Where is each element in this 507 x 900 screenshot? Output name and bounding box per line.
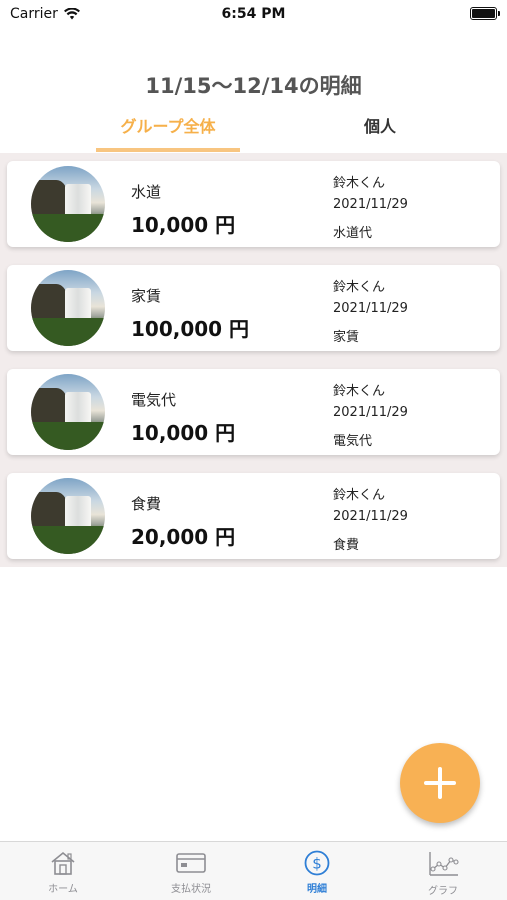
status-time: 6:54 PM bbox=[221, 6, 286, 22]
tabbar-label-home: ホーム bbox=[48, 884, 78, 895]
segment-tabs: グループ全体 個人 bbox=[0, 112, 507, 152]
chart-icon bbox=[429, 852, 459, 876]
entry-date: 2021/11/29 bbox=[333, 405, 408, 420]
dollar-icon: $ bbox=[304, 850, 330, 876]
status-bar: Carrier 6:54 PM bbox=[0, 0, 507, 30]
entry-list: 水道 10,000 円 鈴木くん 2021/11/29 水道代 家賃 100,0… bbox=[0, 153, 507, 567]
tabbar-label-payment-status: 支払状況 bbox=[171, 884, 211, 895]
entry-category: 食費 bbox=[131, 495, 162, 513]
entry-amount: 20,000 円 bbox=[131, 525, 236, 549]
home-icon bbox=[51, 851, 75, 875]
entry-user: 鈴木くん bbox=[333, 488, 386, 503]
entry-user: 鈴木くん bbox=[333, 280, 386, 295]
entry-amount: 10,000 円 bbox=[131, 421, 236, 445]
entry-user: 鈴木くん bbox=[333, 384, 386, 399]
category-image bbox=[31, 374, 105, 450]
card-icon bbox=[176, 853, 206, 873]
entry-amount: 10,000 円 bbox=[131, 213, 236, 237]
entry-card[interactable]: 電気代 10,000 円 鈴木くん 2021/11/29 電気代 bbox=[7, 369, 500, 455]
tabbar-item-payment-status[interactable]: 支払状況 bbox=[151, 850, 231, 895]
category-image bbox=[31, 166, 105, 242]
entry-amount: 100,000 円 bbox=[131, 317, 250, 341]
battery-icon bbox=[470, 7, 500, 20]
tab-personal[interactable]: 個人 bbox=[310, 112, 450, 152]
entry-card[interactable]: 食費 20,000 円 鈴木くん 2021/11/29 食費 bbox=[7, 473, 500, 559]
entry-category: 家賃 bbox=[131, 287, 162, 305]
page-title: 11/15〜12/14の明細 bbox=[145, 74, 362, 98]
entry-date: 2021/11/29 bbox=[333, 301, 408, 316]
bottom-tab-bar: ホーム 支払状況 $ 明細 グラフ bbox=[0, 841, 507, 900]
svg-text:$: $ bbox=[312, 855, 322, 873]
add-entry-button[interactable] bbox=[400, 743, 480, 823]
category-image bbox=[31, 270, 105, 346]
tabbar-item-home[interactable]: ホーム bbox=[23, 850, 103, 895]
category-image bbox=[31, 478, 105, 554]
entry-memo: 電気代 bbox=[333, 434, 373, 449]
entry-date: 2021/11/29 bbox=[333, 197, 408, 212]
tabbar-item-graph[interactable]: グラフ bbox=[403, 850, 483, 897]
entry-memo: 家賃 bbox=[333, 330, 360, 345]
entry-category: 電気代 bbox=[131, 391, 177, 409]
tab-group-all[interactable]: グループ全体 bbox=[96, 112, 240, 152]
tabbar-label-details: 明細 bbox=[307, 884, 327, 895]
entry-card[interactable]: 水道 10,000 円 鈴木くん 2021/11/29 水道代 bbox=[7, 161, 500, 247]
tabbar-label-graph: グラフ bbox=[428, 886, 458, 897]
entry-date: 2021/11/29 bbox=[333, 509, 408, 524]
entry-user: 鈴木くん bbox=[333, 176, 386, 191]
entry-memo: 水道代 bbox=[333, 226, 373, 241]
entry-category: 水道 bbox=[131, 183, 162, 201]
tabbar-item-details[interactable]: $ 明細 bbox=[277, 850, 357, 895]
entry-card[interactable]: 家賃 100,000 円 鈴木くん 2021/11/29 家賃 bbox=[7, 265, 500, 351]
entry-memo: 食費 bbox=[333, 538, 360, 553]
